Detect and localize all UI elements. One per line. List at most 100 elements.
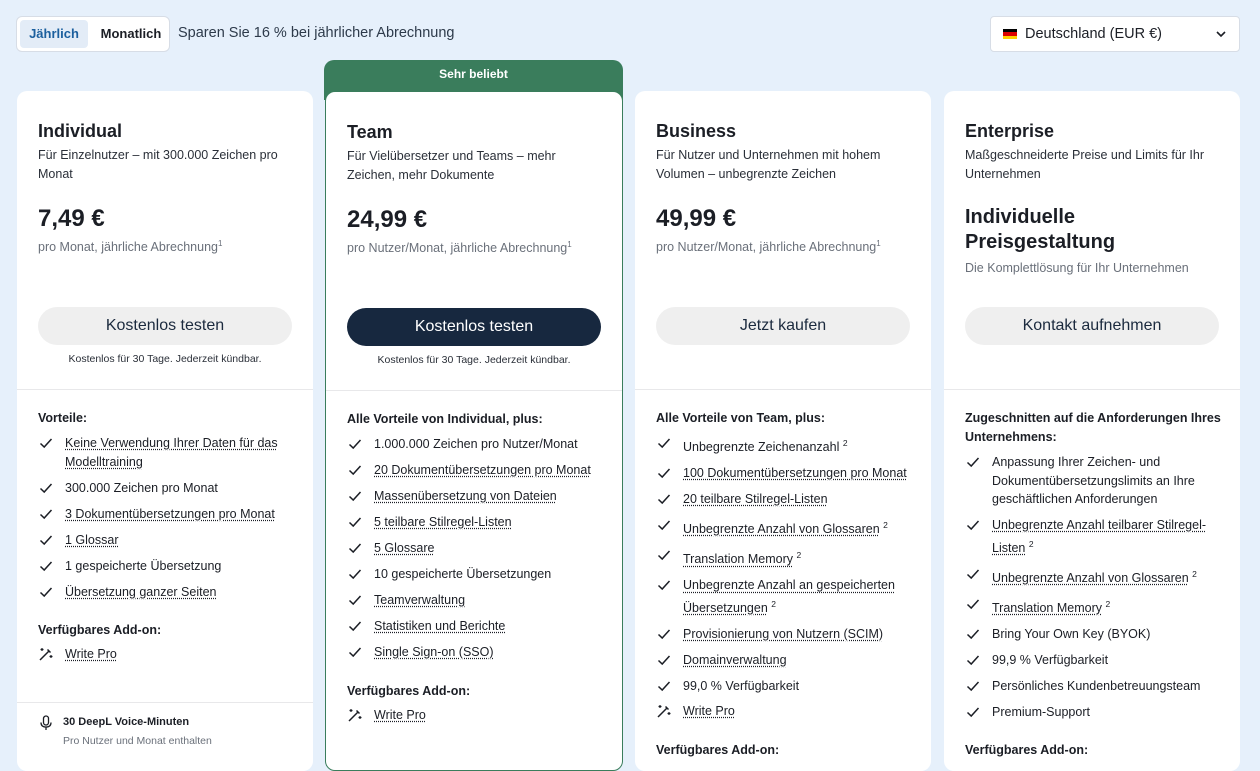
features-section: Vorteile: Keine Verwendung Ihrer Daten f…: [38, 409, 298, 671]
free-trial-button[interactable]: Kostenlos testen: [38, 307, 292, 345]
divider: [944, 389, 1240, 390]
feature-link[interactable]: Teamverwaltung: [374, 593, 465, 607]
contact-us-button[interactable]: Kontakt aufnehmen: [965, 307, 1219, 345]
feature-item: 1 Glossar: [38, 531, 298, 550]
addon-link[interactable]: Write Pro: [374, 708, 426, 722]
checkmark-icon: [348, 541, 362, 555]
voice-minutes-box: 30 DeepL Voice-Minuten Pro Nutzer und Mo…: [17, 702, 313, 703]
feature-link[interactable]: Translation Memory: [683, 552, 793, 566]
feature-item: Write Pro: [656, 702, 916, 721]
feature-link[interactable]: Unbegrenzte Anzahl von Glossaren: [992, 571, 1189, 585]
checkmark-icon: [966, 455, 980, 469]
feature-item: Massenübersetzung von Dateien: [347, 487, 607, 506]
feature-text: 99,0 % Verfügbarkeit: [683, 679, 799, 693]
feature-link[interactable]: Translation Memory: [992, 601, 1102, 615]
feature-item: Keine Verwendung Ihrer Daten für das Mod…: [38, 434, 298, 471]
country-select[interactable]: Deutschland (EUR €): [990, 16, 1240, 52]
feature-item: 1 gespeicherte Übersetzung: [38, 557, 298, 576]
feature-text: Premium-Support: [992, 705, 1090, 719]
checkmark-icon: [348, 463, 362, 477]
feature-item: Statistiken und Berichte: [347, 617, 607, 636]
feature-text: Persönliches Kundenbetreuungsteam: [992, 679, 1200, 693]
feature-item: Bring Your Own Key (BYOK): [965, 625, 1225, 644]
feature-item: 10 gespeicherte Übersetzungen: [347, 565, 607, 584]
plan-price: 7,49 €: [38, 205, 105, 233]
checkmark-icon: [657, 492, 671, 506]
feature-link[interactable]: Unbegrenzte Anzahl an gespeicherten Über…: [683, 578, 895, 615]
free-trial-button[interactable]: Kostenlos testen: [347, 308, 601, 346]
checkmark-icon: [657, 653, 671, 667]
plan-description: Für Nutzer und Unternehmen mit hohem Vol…: [656, 146, 908, 184]
plan-name: Enterprise: [965, 121, 1054, 142]
plan-price: 49,99 €: [656, 205, 736, 233]
top-bar: Jährlich Monatlich Sparen Sie 16 % bei j…: [16, 16, 1240, 52]
billing-toggle: Jährlich Monatlich: [16, 16, 170, 52]
checkmark-icon: [657, 518, 671, 532]
voice-minutes-title: 30 DeepL Voice-Minuten: [63, 716, 189, 728]
magic-wand-icon: [656, 703, 672, 719]
feature-item: Premium-Support: [965, 703, 1225, 722]
checkmark-icon: [348, 515, 362, 529]
feature-link[interactable]: Unbegrenzte Anzahl von Glossaren: [683, 522, 880, 536]
checkmark-icon: [39, 559, 53, 573]
feature-item: Single Sign-on (SSO): [347, 643, 607, 662]
feature-link[interactable]: 5 teilbare Stilregel-Listen: [374, 515, 512, 529]
feature-link[interactable]: Unbegrenzte Anzahl teilbarer Stilregel-L…: [992, 518, 1206, 555]
feature-item: Übersetzung ganzer Seiten: [38, 583, 298, 602]
checkmark-icon: [39, 481, 53, 495]
checkmark-icon: [657, 679, 671, 693]
addon-title: Verfügbares Add-on:: [656, 743, 916, 757]
features-title: Alle Vorteile von Team, plus:: [656, 409, 916, 428]
feature-link[interactable]: Provisionierung von Nutzern (SCIM): [683, 627, 883, 641]
feature-link[interactable]: Domainverwaltung: [683, 653, 787, 667]
checkmark-icon: [348, 437, 362, 451]
checkmark-icon: [39, 507, 53, 521]
buy-now-button[interactable]: Jetzt kaufen: [656, 307, 910, 345]
feature-link[interactable]: Statistiken und Berichte: [374, 619, 505, 633]
addon-link[interactable]: Write Pro: [65, 647, 117, 661]
feature-link[interactable]: 5 Glossare: [374, 541, 434, 555]
features-title: Zugeschnitten auf die Anforderungen Ihre…: [965, 409, 1225, 447]
yearly-toggle-button[interactable]: Jährlich: [20, 20, 88, 48]
feature-link[interactable]: 3 Dokumentübersetzungen pro Monat: [65, 507, 275, 521]
feature-link[interactable]: 20 Dokumentübersetzungen pro Monat: [374, 463, 591, 477]
footnote-marker: 2: [796, 550, 801, 560]
feature-item: 5 Glossare: [347, 539, 607, 558]
feature-link[interactable]: 1 Glossar: [65, 533, 119, 547]
checkmark-icon: [657, 548, 671, 562]
price-note: pro Nutzer/Monat, jährliche Abrechnung1: [347, 240, 572, 255]
checkmark-icon: [39, 585, 53, 599]
features-section: Alle Vorteile von Team, plus: Unbegrenzt…: [656, 409, 916, 765]
checkmark-icon: [966, 518, 980, 532]
feature-item: Anpassung Ihrer Zeichen- und Dokumentübe…: [965, 453, 1225, 509]
feature-link[interactable]: Übersetzung ganzer Seiten: [65, 585, 216, 599]
feature-link[interactable]: Write Pro: [683, 704, 735, 718]
feature-link[interactable]: 20 teilbare Stilregel-Listen: [683, 492, 828, 506]
plan-name: Business: [656, 121, 736, 142]
addon-title: Verfügbares Add-on:: [38, 623, 298, 637]
feature-link[interactable]: Keine Verwendung Ihrer Daten für das Mod…: [65, 436, 278, 469]
monthly-toggle-button[interactable]: Monatlich: [95, 20, 167, 48]
feature-link[interactable]: Single Sign-on (SSO): [374, 645, 494, 659]
feature-item: Unbegrenzte Anzahl von Glossaren 2: [965, 565, 1225, 588]
plan-card-enterprise: Enterprise Maßgeschneiderte Preise und L…: [944, 91, 1240, 771]
feature-item: 3 Dokumentübersetzungen pro Monat: [38, 505, 298, 524]
features-title: Vorteile:: [38, 409, 298, 428]
feature-link[interactable]: 100 Dokumentübersetzungen pro Monat: [683, 466, 907, 480]
chevron-down-icon: [1215, 28, 1227, 40]
feature-item: 300.000 Zeichen pro Monat: [38, 479, 298, 498]
addon-title: Verfügbares Add-on:: [965, 743, 1225, 757]
germany-flag-icon: [1003, 29, 1017, 39]
feature-item: 99,9 % Verfügbarkeit: [965, 651, 1225, 670]
checkmark-icon: [966, 705, 980, 719]
feature-item: Teamverwaltung: [347, 591, 607, 610]
feature-item: Provisionierung von Nutzern (SCIM): [656, 625, 916, 644]
plan-name: Team: [347, 122, 393, 143]
addon-item: Write Pro: [347, 706, 607, 725]
price-note: pro Nutzer/Monat, jährliche Abrechnung1: [656, 239, 881, 254]
magic-wand-icon: [347, 707, 363, 723]
feature-link[interactable]: Massenübersetzung von Dateien: [374, 489, 557, 503]
features-section: Zugeschnitten auf die Anforderungen Ihre…: [965, 409, 1225, 765]
price-note: Die Komplettlösung für Ihr Unternehmen: [965, 261, 1189, 275]
voice-minutes-subtitle: Pro Nutzer und Monat enthalten: [63, 735, 212, 747]
